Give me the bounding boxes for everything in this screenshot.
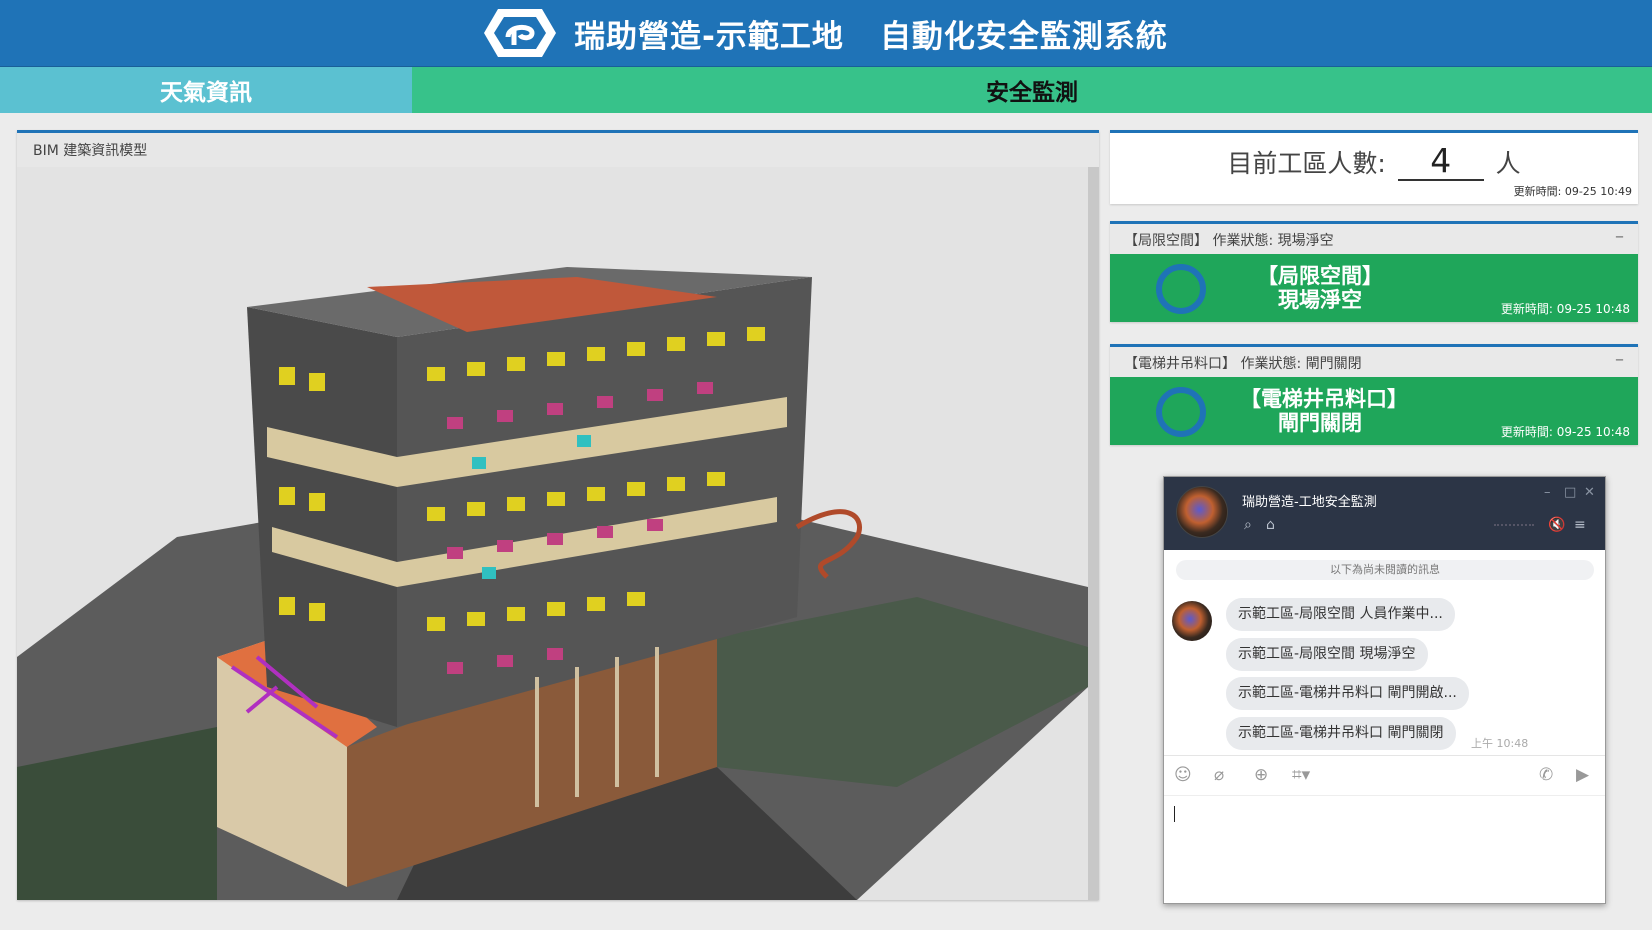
video-icon[interactable]: ▶ [1576,765,1589,785]
status-card-elevator-shaft: 【電梯井吊料口】 作業狀態: 閘門關閉 – 【電梯井吊料口】 閘門關閉 更新時間… [1110,344,1638,445]
headcount-unit: 人 [1495,149,1521,178]
group-avatar[interactable] [1176,486,1228,538]
chat-toolbar: ☺ ⌀ ⊕ ⌗▾ ✆ ▶ [1164,755,1605,795]
tab-weather[interactable]: 天氣資訊 [0,67,412,113]
status-indicator-elevator-shaft: 【電梯井吊料口】 閘門關閉 更新時間: 09-25 10:48 [1110,377,1638,445]
status-title-location: 【電梯井吊料口】 [1240,387,1408,411]
status-ring-icon [1156,264,1206,314]
bim-viewport[interactable] [17,167,1088,900]
status-ring-icon [1156,387,1206,437]
status-card-confined-space: 【局限空間】 作業狀態: 現場淨空 – 【局限空間】 現場淨空 更新時間: 09… [1110,221,1638,322]
main-tabs: 天氣資訊 安全監測 [0,67,1652,113]
minimize-icon[interactable]: – [1544,485,1551,500]
headcount-updated-time: 更新時間: 09-25 10:49 [1513,185,1632,198]
status-card-header: 【電梯井吊料口】 作業狀態: 閘門關閉 [1124,356,1362,372]
headcount-label: 目前工區人數: [1227,149,1386,178]
chat-window: 瑞助營造-工地安全監測 ⌕ ⌂ 🔇 ≡ – □ ✕ 以下為尚未閱讀的訊息 示範工… [1163,476,1606,904]
maximize-icon[interactable]: □ [1564,485,1576,500]
status-updated-time: 更新時間: 09-25 10:48 [1500,302,1630,316]
call-icon[interactable]: ✆ [1539,765,1553,785]
status-title-state: 閘門關閉 [1278,411,1362,435]
chat-header: 瑞助營造-工地安全監測 ⌕ ⌂ 🔇 ≡ – □ ✕ [1164,477,1605,550]
app-header: 瑞助營造-示範工地 自動化安全監測系統 [0,0,1652,67]
text-caret [1174,806,1175,822]
home-icon[interactable]: ⌂ [1266,517,1275,533]
unread-divider: 以下為尚未閱讀的訊息 [1176,560,1594,580]
mute-icon[interactable]: 🔇 [1548,517,1565,533]
message-list[interactable]: 以下為尚未閱讀的訊息 示範工區-局限空間 人員作業中... 示範工區-局限空間 … [1164,550,1605,755]
sender-avatar[interactable] [1172,601,1212,641]
message-bubble[interactable]: 示範工區-電梯井吊料口 閘門關閉 [1226,717,1456,750]
bim-panel: BIM 建築資訊模型 [17,130,1099,900]
menu-icon[interactable]: ≡ [1574,517,1586,533]
message-timestamp: 上午 10:48 [1471,737,1529,750]
bim-building-model[interactable] [17,167,1088,900]
status-title-state: 現場淨空 [1278,288,1362,312]
message-bubble[interactable]: 示範工區-局限空間 現場淨空 [1226,638,1428,671]
screenshot-icon[interactable]: ⌗▾ [1292,765,1310,785]
attach-icon[interactable]: ⌀ [1214,765,1224,785]
message-bubble[interactable]: 示範工區-電梯井吊料口 閘門開啟... [1226,677,1469,710]
site-name: 瑞助營造-示範工地 [574,18,844,55]
tab-safety-monitoring[interactable]: 安全監測 [412,67,1652,113]
company-logo-icon [484,9,557,57]
headcount-panel: 目前工區人數: 4 人 更新時間: 09-25 10:49 [1110,130,1638,204]
bim-panel-title: BIM 建築資訊模型 [17,133,1099,167]
status-card-header: 【局限空間】 作業狀態: 現場淨空 [1124,233,1334,249]
status-indicator-confined-space: 【局限空間】 現場淨空 更新時間: 09-25 10:48 [1110,254,1638,322]
headcount-value: 4 [1397,143,1484,181]
message-input[interactable] [1164,795,1605,903]
emoji-icon[interactable]: ☺ [1174,765,1192,785]
save-icon[interactable]: ⊕ [1254,765,1268,785]
system-name: 自動化安全監測系統 [879,18,1168,55]
message-bubble[interactable]: 示範工區-局限空間 人員作業中... [1226,598,1455,631]
collapse-icon[interactable]: – [1615,349,1624,370]
status-updated-time: 更新時間: 09-25 10:48 [1500,425,1630,439]
close-icon[interactable]: ✕ [1584,485,1595,500]
collapse-icon[interactable]: – [1615,226,1624,247]
status-title-location: 【局限空間】 [1257,264,1383,288]
bim-scrollbar[interactable] [1088,167,1099,900]
search-icon[interactable]: ⌕ [1244,517,1252,533]
chat-title: 瑞助營造-工地安全監測 [1242,495,1377,510]
